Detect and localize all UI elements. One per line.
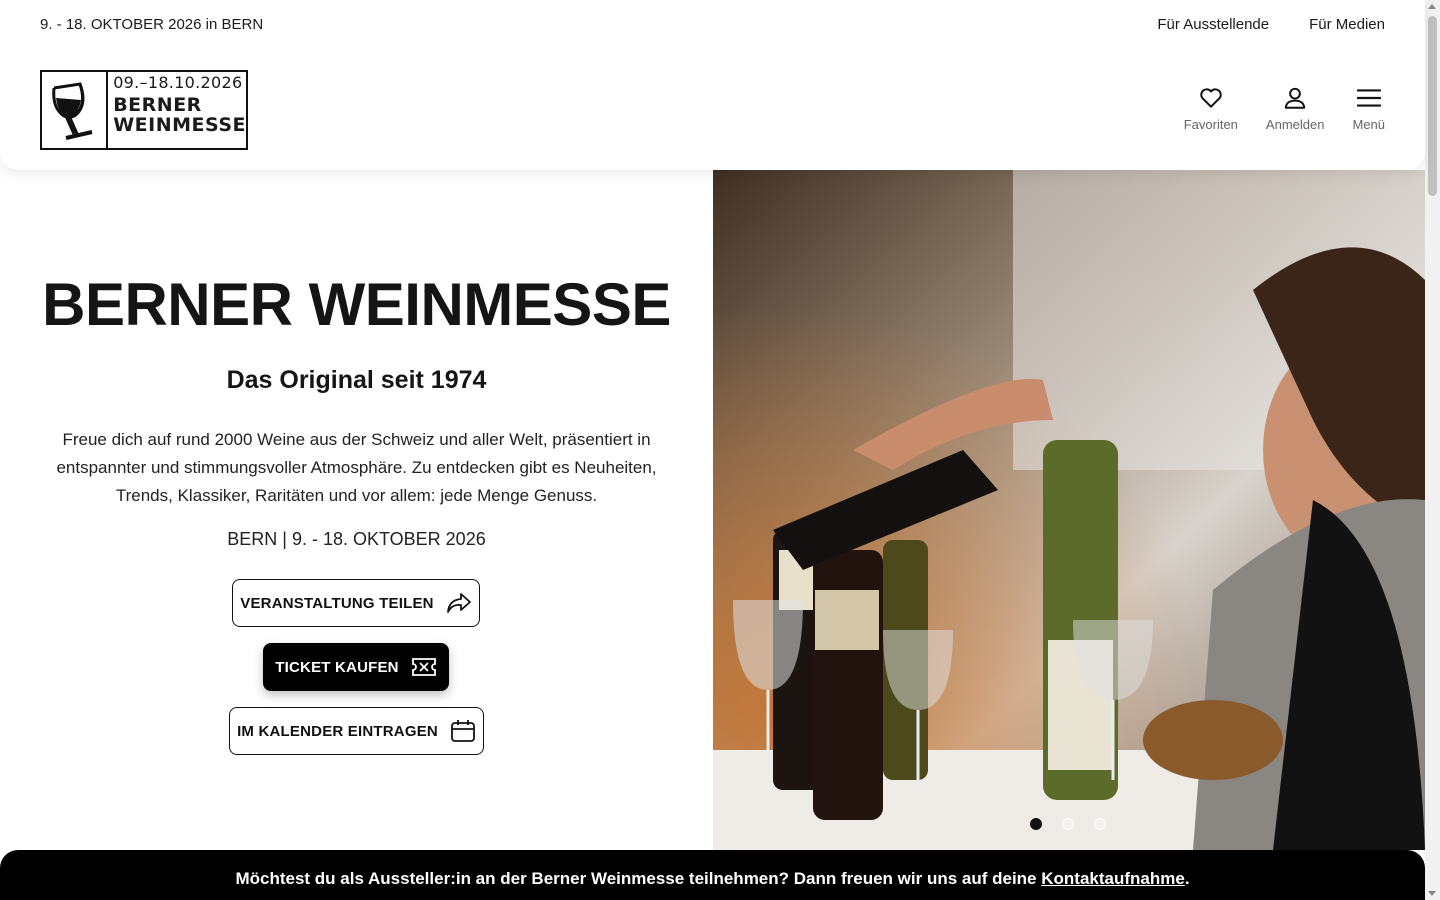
top-info-bar: 9. - 18. OKTOBER 2026 in BERN Für Ausste… [0, 0, 1425, 50]
contact-link[interactable]: Kontaktaufnahme [1041, 869, 1185, 888]
share-button-label: VERANSTALTUNG TEILEN [240, 594, 434, 612]
logo-dates: 09.–18.10.2026 [113, 73, 243, 92]
logo-line-2: WEINMESSE [113, 113, 246, 136]
heart-icon [1200, 88, 1222, 108]
buy-ticket-button[interactable]: TICKET KAUFEN [263, 643, 449, 691]
share-arrow-icon [446, 593, 471, 613]
carousel-dot-1[interactable] [1030, 818, 1042, 830]
login-button[interactable]: Anmelden [1265, 85, 1325, 132]
site-header: 9. - 18. OKTOBER 2026 in BERN Für Ausste… [0, 0, 1425, 170]
page-scrollbar[interactable] [1425, 0, 1440, 900]
user-icon [1285, 87, 1306, 109]
calendar-icon [451, 720, 475, 742]
carousel-dot-3[interactable] [1094, 818, 1106, 830]
scroll-up-arrow[interactable] [1428, 4, 1436, 9]
hero-title: BERNER WEINMESSE [42, 271, 671, 338]
ticket-icon [411, 658, 436, 676]
hero-image [713, 170, 1425, 850]
hero-description: Freue dich auf rund 2000 Weine aus der S… [56, 430, 657, 505]
banner-suffix: . [1184, 869, 1190, 888]
share-event-button[interactable]: VERANSTALTUNG TEILEN [232, 579, 480, 627]
favorites-button[interactable]: Favoriten [1184, 85, 1238, 132]
scrollbar-thumb[interactable] [1428, 16, 1437, 196]
header-nav: Favoriten Anmelden Menü [1184, 85, 1385, 132]
menu-label: Menü [1352, 117, 1385, 132]
banner-text: Möchtest du als Aussteller:in an der Ber… [235, 869, 1042, 888]
menu-button[interactable]: Menü [1352, 85, 1385, 132]
hero-subtitle: Das Original seit 1974 [226, 366, 487, 394]
logo-line-1: BERNER [113, 93, 202, 116]
calendar-button-label: IM KALENDER EINTRAGEN [237, 722, 438, 740]
hero-content: BERNER WEINMESSE Das Original seit 1974 … [0, 170, 713, 850]
site-logo[interactable]: 09.–18.10.2026 BERNER WEINMESSE [40, 70, 248, 150]
favorites-label: Favoriten [1183, 117, 1238, 132]
login-label: Anmelden [1265, 117, 1325, 132]
wine-glass-icon [42, 72, 109, 148]
hero-date-location: BERN | 9. - 18. OKTOBER 2026 [227, 529, 486, 549]
link-media[interactable]: Für Medien [1309, 16, 1385, 33]
top-links: Für Ausstellende Für Medien [1157, 16, 1385, 33]
scroll-down-arrow[interactable] [1428, 891, 1436, 896]
event-date-text: 9. - 18. OKTOBER 2026 in BERN [40, 16, 264, 33]
logo-text: 09.–18.10.2026 BERNER WEINMESSE [108, 72, 246, 148]
carousel-dots [1030, 818, 1106, 830]
carousel-dot-2[interactable] [1062, 818, 1074, 830]
add-to-calendar-button[interactable]: IM KALENDER EINTRAGEN [229, 707, 484, 755]
exhibitor-banner: Möchtest du als Aussteller:in an der Ber… [0, 850, 1425, 900]
ticket-button-label: TICKET KAUFEN [275, 658, 399, 676]
hamburger-icon [1356, 89, 1381, 107]
link-exhibitors[interactable]: Für Ausstellende [1157, 16, 1269, 33]
wine-pouring-photo [713, 170, 1425, 850]
